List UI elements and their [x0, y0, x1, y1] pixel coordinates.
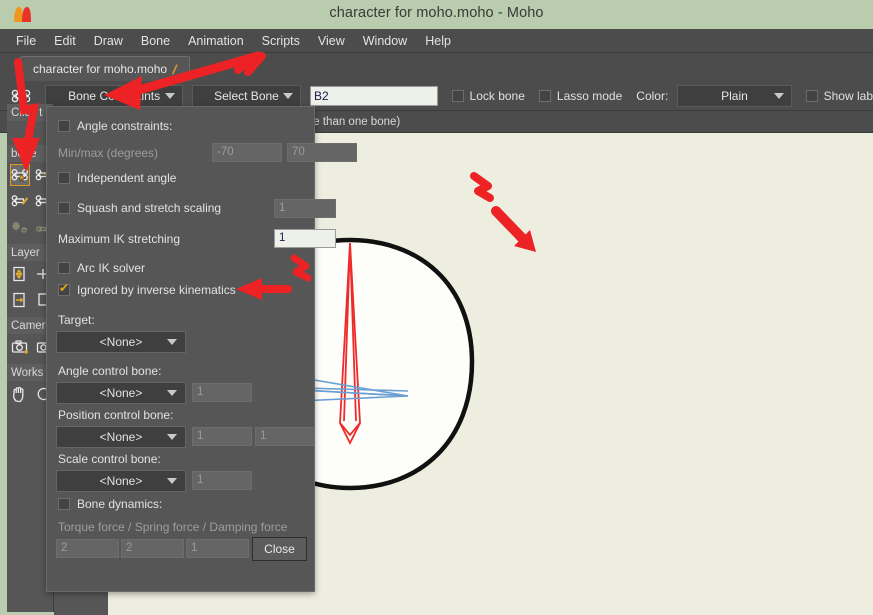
angle-constraints-checkbox[interactable]	[58, 120, 70, 132]
color-style-combo[interactable]: Plain	[677, 84, 792, 107]
bone-constraints-dialog[interactable]: Angle constraints: Min/max (degrees) -70…	[46, 106, 357, 592]
constraints-mode-combo[interactable]: Bone Constraints	[45, 84, 184, 107]
angle-control-scalar-input[interactable]: 1	[192, 383, 252, 402]
show-labels-label: Show lab	[823, 88, 873, 103]
arc-ik-solver-row[interactable]: Arc IK solver	[58, 261, 145, 275]
chevron-down-icon	[165, 92, 176, 99]
close-button[interactable]: Close	[252, 537, 307, 561]
independent-angle-checkbox[interactable]	[58, 172, 70, 184]
lasso-mode-checkbox[interactable]	[538, 89, 551, 102]
tool-bone-select[interactable]	[10, 164, 30, 186]
target-combo[interactable]: <None>	[56, 331, 186, 353]
ignored-by-ik-row[interactable]: Ignored by inverse kinematics	[58, 282, 236, 297]
minmax-degrees-label: Min/max (degrees)	[58, 146, 159, 160]
lock-bone-option[interactable]: Lock bone	[451, 88, 525, 103]
max-ik-stretching-input[interactable]: 1	[274, 229, 336, 248]
tool-pan-hand[interactable]	[10, 383, 30, 405]
position-control-bone-label: Position control bone:	[58, 408, 174, 422]
document-tab-strip: character for moho.moho /	[0, 53, 873, 81]
scale-control-bone-value: <None>	[99, 474, 143, 488]
lasso-mode-option[interactable]: Lasso mode	[538, 88, 623, 103]
position-control-x-input[interactable]: 1	[192, 427, 252, 446]
max-ik-stretching-label: Maximum IK stretching	[58, 232, 181, 246]
tool-bone-flexi[interactable]	[10, 216, 30, 238]
scale-control-scalar-input[interactable]: 1	[192, 471, 252, 490]
document-tab-label: character for moho.moho	[33, 62, 168, 76]
lock-bone-checkbox[interactable]	[451, 89, 464, 102]
select-bone-value: Select Bone	[214, 88, 279, 103]
chevron-down-icon	[773, 92, 784, 99]
squash-stretch-checkbox[interactable]	[58, 202, 70, 214]
ignored-by-ik-label: Ignored by inverse kinematics	[77, 283, 236, 297]
menu-view[interactable]: View	[309, 31, 354, 51]
position-control-bone-value: <None>	[99, 430, 143, 444]
angle-constraints-label: Angle constraints:	[77, 119, 173, 133]
tool-bone-translate[interactable]	[10, 190, 30, 212]
bone-dynamics-row[interactable]: Bone dynamics:	[58, 497, 162, 511]
arc-ik-solver-checkbox[interactable]	[58, 262, 70, 274]
menu-scripts[interactable]: Scripts	[253, 31, 309, 51]
chevron-down-icon	[167, 390, 177, 396]
select-bone-combo[interactable]: Select Bone	[192, 84, 301, 107]
show-labels-checkbox[interactable]	[805, 89, 818, 102]
target-label: Target:	[58, 313, 95, 327]
angle-min-input[interactable]: -70	[212, 143, 282, 162]
squash-stretch-label: Squash and stretch scaling	[77, 201, 222, 215]
window-title: character for moho.moho - Moho	[329, 5, 544, 21]
menu-bar: File Edit Draw Bone Animation Scripts Vi…	[0, 29, 873, 53]
squash-stretch-input[interactable]: 1	[274, 199, 336, 218]
independent-angle-label: Independent angle	[77, 171, 177, 185]
chevron-down-icon	[282, 92, 293, 99]
tool-camera-track[interactable]	[10, 336, 31, 358]
squash-stretch-row[interactable]: Squash and stretch scaling	[58, 201, 221, 215]
bone-dynamics-checkbox[interactable]	[58, 498, 70, 510]
tool-layer-rotate[interactable]	[10, 289, 30, 311]
menu-help[interactable]: Help	[416, 31, 460, 51]
arc-ik-solver-label: Arc IK solver	[77, 261, 146, 275]
menu-edit[interactable]: Edit	[45, 31, 85, 51]
chevron-down-icon	[167, 434, 177, 440]
spring-force-input[interactable]: 2	[121, 539, 184, 558]
scale-control-bone-combo[interactable]: <None>	[56, 470, 186, 492]
tool-layer-translate[interactable]	[10, 263, 30, 285]
bone-dynamics-label: Bone dynamics:	[77, 497, 163, 511]
menu-file[interactable]: File	[7, 31, 45, 51]
position-control-y-input[interactable]: 1	[255, 427, 315, 446]
forces-label: Torque force / Spring force / Damping fo…	[58, 520, 288, 534]
show-labels-option[interactable]: Show lab	[805, 88, 873, 103]
position-control-bone-combo[interactable]: <None>	[56, 426, 186, 448]
torque-force-input[interactable]: 2	[56, 539, 119, 558]
target-value: <None>	[99, 335, 143, 349]
pencil-icon: /	[171, 61, 179, 77]
ignored-by-ik-checkbox[interactable]	[58, 282, 70, 296]
scale-control-bone-label: Scale control bone:	[58, 452, 161, 466]
angle-control-bone-value: <None>	[99, 386, 143, 400]
menu-draw[interactable]: Draw	[85, 31, 132, 51]
moho-application-window: character for moho.moho - Moho File Edit…	[0, 0, 873, 615]
chevron-down-icon	[167, 478, 177, 484]
menu-animation[interactable]: Animation	[179, 31, 253, 51]
bone-name-input[interactable]: B2	[309, 85, 438, 106]
menu-bone[interactable]: Bone	[132, 31, 179, 51]
independent-angle-row[interactable]: Independent angle	[58, 171, 176, 185]
angle-control-bone-combo[interactable]: <None>	[56, 382, 186, 404]
menu-window[interactable]: Window	[354, 31, 416, 51]
angle-max-input[interactable]: 70	[287, 143, 357, 162]
angle-constraints-row[interactable]: Angle constraints:	[58, 119, 172, 133]
color-style-value: Plain	[721, 88, 748, 103]
damping-force-input[interactable]: 1	[186, 539, 249, 558]
constraints-mode-value: Bone Constraints	[68, 88, 161, 103]
lock-bone-label: Lock bone	[469, 88, 525, 103]
document-tab[interactable]: character for moho.moho /	[20, 56, 190, 81]
angle-control-bone-label: Angle control bone:	[58, 364, 162, 378]
lasso-mode-label: Lasso mode	[556, 88, 623, 103]
title-bar: character for moho.moho - Moho	[0, 0, 873, 29]
chevron-down-icon	[167, 339, 177, 345]
color-label: Color:	[636, 88, 669, 103]
